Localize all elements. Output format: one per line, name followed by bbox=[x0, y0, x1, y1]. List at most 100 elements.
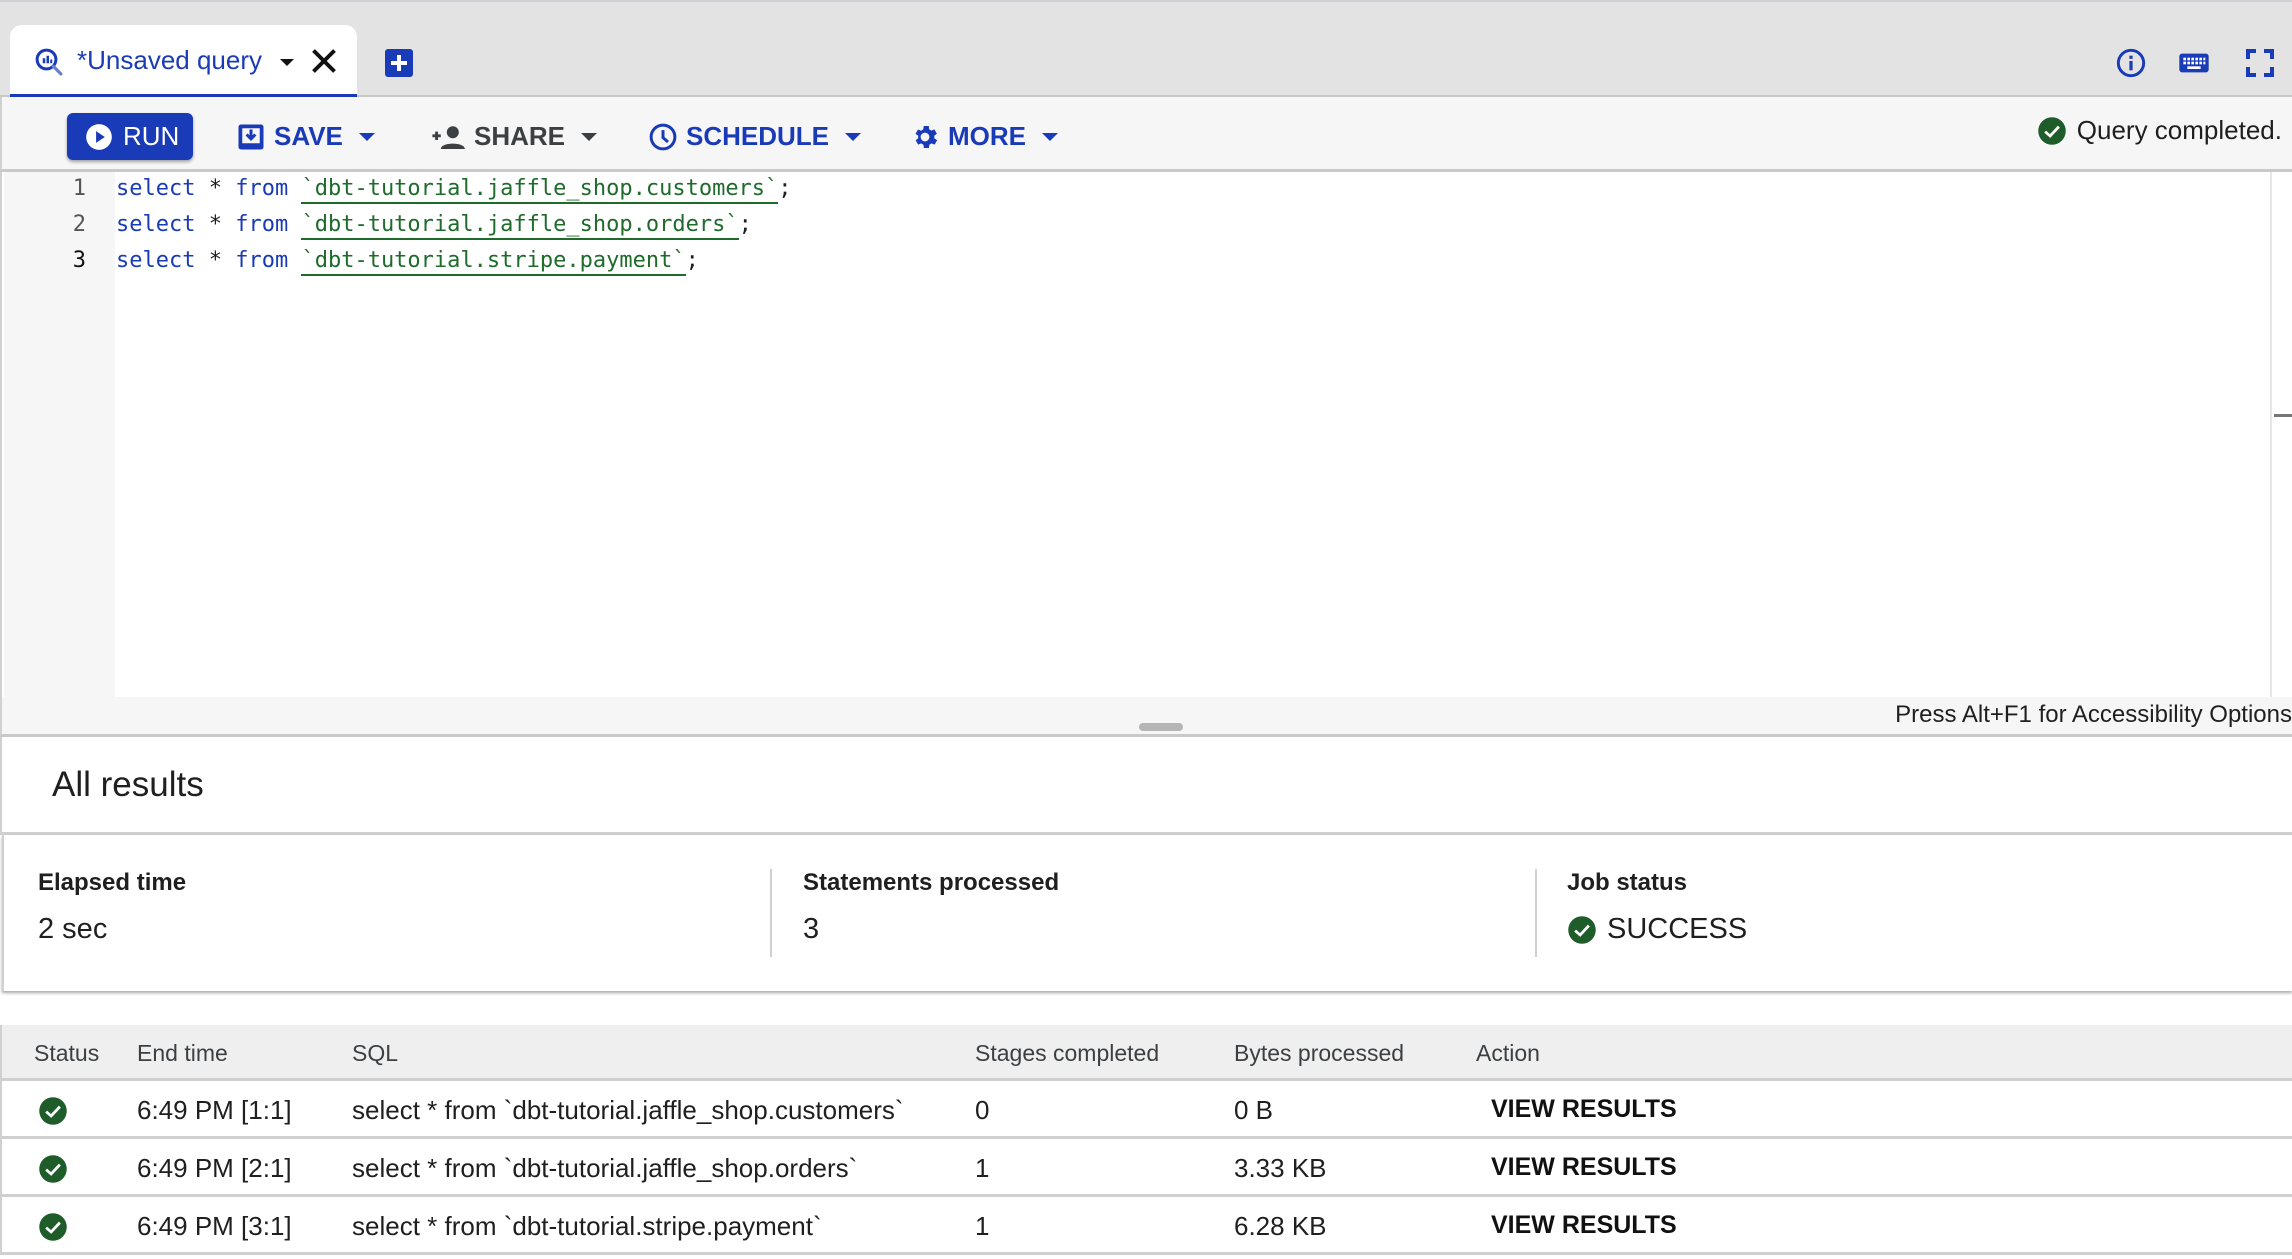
tab-unsaved-query[interactable]: *Unsaved query bbox=[10, 25, 357, 99]
more-dropdown-icon bbox=[1042, 132, 1058, 141]
bytes-cell: 3.33 KB bbox=[1234, 1153, 1327, 1183]
line-number: 2 bbox=[72, 212, 86, 237]
elapsed-time-label: Elapsed time bbox=[38, 869, 187, 896]
sql-terminator: ; bbox=[778, 176, 792, 201]
person-add-icon bbox=[432, 125, 465, 149]
code-line[interactable]: select * from `dbt-tutorial.jaffle_shop.… bbox=[116, 212, 752, 240]
success-check-icon bbox=[39, 1097, 67, 1125]
stages-cell: 1 bbox=[975, 1153, 990, 1183]
line-number: 3 bbox=[72, 248, 86, 273]
code-line[interactable]: select * from `dbt-tutorial.stripe.payme… bbox=[116, 248, 699, 276]
elapsed-time-value: 2 sec bbox=[38, 913, 108, 945]
end-time-cell: 6:49 PM [3:1] bbox=[137, 1211, 292, 1241]
stages-cell: 1 bbox=[975, 1211, 990, 1241]
sql-operator: * bbox=[195, 248, 236, 273]
line-number-gutter: 1 2 3 bbox=[4, 172, 115, 697]
column-header-stages-completed[interactable]: Stages completed bbox=[975, 1040, 1159, 1067]
editor-footer: Press Alt+F1 for Accessibility Options bbox=[0, 697, 2292, 737]
view-results-button[interactable]: VIEW RESULTS bbox=[1491, 1095, 1677, 1124]
table-reference-link[interactable]: `dbt-tutorial.jaffle_shop.orders` bbox=[301, 212, 739, 240]
success-check-icon bbox=[39, 1155, 67, 1183]
overview-ruler-marker bbox=[2274, 414, 2292, 417]
close-icon[interactable] bbox=[306, 43, 342, 79]
bytes-cell: 6.28 KB bbox=[1234, 1211, 1327, 1241]
end-time-cell: 6:49 PM [1:1] bbox=[137, 1095, 292, 1125]
column-header-end-time[interactable]: End time bbox=[137, 1040, 228, 1067]
bytes-cell: 0 B bbox=[1234, 1095, 1274, 1125]
view-results-button[interactable]: VIEW RESULTS bbox=[1491, 1211, 1677, 1240]
accessibility-hint: Press Alt+F1 for Accessibility Options bbox=[1895, 701, 2292, 728]
sql-cell: select * from `dbt-tutorial.jaffle_shop.… bbox=[352, 1153, 858, 1183]
sql-cell: select * from `dbt-tutorial.stripe.payme… bbox=[352, 1211, 822, 1241]
stages-cell: 0 bbox=[975, 1095, 990, 1125]
column-header-sql[interactable]: SQL bbox=[352, 1040, 398, 1067]
query-toolbar: RUN SAVE SHARE SCHEDULE MORE Query compl… bbox=[0, 97, 2292, 172]
elapsed-time-stat: Elapsed time 2 sec bbox=[38, 869, 186, 967]
sql-keyword: select bbox=[116, 176, 196, 201]
sql-keyword: select bbox=[116, 212, 196, 237]
info-icon[interactable] bbox=[2115, 47, 2147, 79]
query-status: Query completed. bbox=[2037, 115, 2282, 146]
more-label: MORE bbox=[948, 121, 1026, 151]
clock-icon bbox=[649, 123, 677, 150]
run-button[interactable]: RUN bbox=[67, 113, 193, 160]
sql-editor[interactable]: 1 2 3 select * from `dbt-tutorial.jaffle… bbox=[0, 172, 2292, 697]
more-button[interactable]: MORE bbox=[910, 113, 1058, 160]
column-header-status[interactable]: Status bbox=[34, 1040, 99, 1067]
check-circle-icon bbox=[1568, 915, 1596, 944]
save-button[interactable]: SAVE bbox=[236, 113, 375, 160]
editor-scrollbar[interactable] bbox=[2270, 172, 2272, 697]
results-title: All results bbox=[52, 765, 204, 804]
share-dropdown-icon bbox=[581, 132, 598, 141]
statements-table: Status End time SQL Stages completed Byt… bbox=[0, 1025, 2292, 1255]
tab-title: *Unsaved query bbox=[77, 45, 262, 75]
table-row: 6:49 PM [1:1] select * from `dbt-tutoria… bbox=[2, 1081, 2292, 1139]
sql-terminator: ; bbox=[738, 212, 752, 237]
sql-terminator: ; bbox=[685, 248, 699, 273]
schedule-button[interactable]: SCHEDULE bbox=[648, 113, 862, 160]
table-reference-link[interactable]: `dbt-tutorial.stripe.payment` bbox=[301, 248, 686, 276]
keyboard-icon[interactable] bbox=[2178, 47, 2210, 79]
code-line[interactable]: select * from `dbt-tutorial.jaffle_shop.… bbox=[116, 176, 792, 204]
tab-bar: *Unsaved query bbox=[0, 0, 2292, 99]
query-status-text: Query completed. bbox=[2076, 115, 2282, 145]
share-label: SHARE bbox=[474, 121, 566, 151]
new-tab-button[interactable] bbox=[385, 49, 413, 77]
table-reference-link[interactable]: `dbt-tutorial.jaffle_shop.customers` bbox=[301, 176, 779, 204]
column-header-action[interactable]: Action bbox=[1476, 1040, 1540, 1067]
query-search-icon bbox=[35, 48, 63, 76]
column-header-bytes-processed[interactable]: Bytes processed bbox=[1234, 1040, 1404, 1067]
divider bbox=[770, 869, 772, 957]
tab-menu-caret-icon[interactable] bbox=[280, 59, 294, 66]
job-status-text: SUCCESS bbox=[1607, 913, 1748, 945]
table-row: 6:49 PM [2:1] select * from `dbt-tutoria… bbox=[2, 1139, 2292, 1197]
results-header: All results bbox=[0, 737, 2292, 835]
save-label: SAVE bbox=[274, 121, 343, 151]
check-circle-icon bbox=[2038, 116, 2066, 145]
run-label: RUN bbox=[123, 121, 180, 151]
schedule-label: SCHEDULE bbox=[686, 121, 830, 151]
fullscreen-icon[interactable] bbox=[2244, 47, 2276, 79]
share-button[interactable]: SHARE bbox=[430, 113, 598, 160]
job-summary-card: Elapsed time 2 sec Statements processed … bbox=[2, 835, 2292, 991]
statements-processed-value: 3 bbox=[803, 913, 820, 945]
sql-keyword: from bbox=[235, 176, 289, 201]
view-results-button[interactable]: VIEW RESULTS bbox=[1491, 1153, 1677, 1182]
success-check-icon bbox=[39, 1213, 67, 1241]
gear-icon bbox=[915, 125, 938, 148]
sql-keyword: from bbox=[235, 248, 289, 273]
schedule-dropdown-icon bbox=[845, 132, 862, 141]
save-dropdown-icon bbox=[358, 132, 375, 141]
table-header: Status End time SQL Stages completed Byt… bbox=[2, 1025, 2292, 1081]
table-row: 6:49 PM [3:1] select * from `dbt-tutoria… bbox=[2, 1197, 2292, 1255]
sql-cell: select * from `dbt-tutorial.jaffle_shop.… bbox=[352, 1095, 904, 1125]
statements-processed-stat: Statements processed 3 bbox=[803, 869, 1059, 967]
line-number: 1 bbox=[72, 176, 86, 201]
job-status-stat: Job status SUCCESS bbox=[1567, 869, 1747, 967]
sql-operator: * bbox=[195, 176, 236, 201]
job-status-label: Job status bbox=[1567, 869, 1688, 896]
divider bbox=[1535, 869, 1537, 957]
save-icon bbox=[238, 124, 264, 149]
resize-handle[interactable] bbox=[1139, 723, 1183, 731]
sql-operator: * bbox=[195, 212, 236, 237]
